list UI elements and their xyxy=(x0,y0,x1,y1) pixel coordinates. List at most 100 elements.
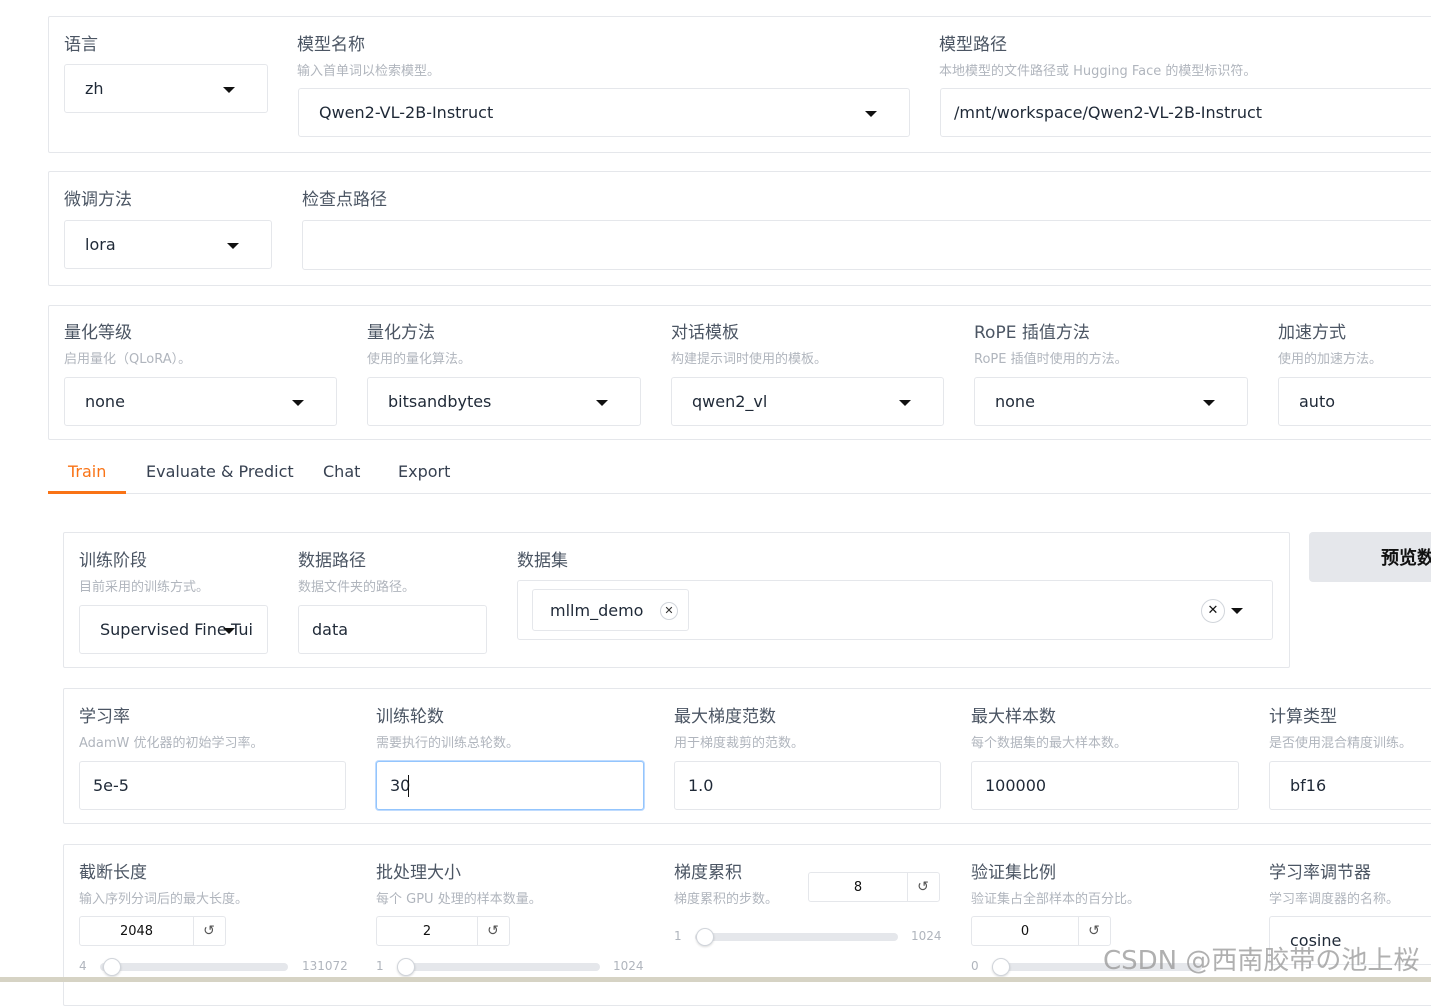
reset-icon[interactable]: ↺ xyxy=(193,917,225,945)
lr-label: 学习率 xyxy=(79,707,130,727)
max-samples-hint: 每个数据集的最大样本数。 xyxy=(971,736,1128,751)
chevron-down-icon xyxy=(865,110,877,117)
compute-type-hint: 是否使用混合精度训练。 xyxy=(1269,736,1413,751)
grad-accum-label: 梯度累积 xyxy=(674,863,742,883)
booster-hint: 使用的加速方法。 xyxy=(1278,352,1383,367)
lr-input[interactable]: 5e-5 xyxy=(79,761,346,810)
max-grad-norm-input[interactable]: 1.0 xyxy=(674,761,941,810)
clear-icon[interactable]: ✕ xyxy=(1201,599,1225,623)
model-name-label: 模型名称 xyxy=(297,35,365,55)
rope-value: none xyxy=(995,392,1035,411)
rope-dropdown[interactable]: none xyxy=(974,377,1248,426)
tab-export[interactable]: Export xyxy=(398,462,450,481)
compute-type-dropdown[interactable]: bf16 xyxy=(1269,761,1431,810)
tab-bar-divider xyxy=(48,493,1431,494)
booster-dropdown[interactable]: auto xyxy=(1278,377,1431,426)
reset-icon[interactable]: ↺ xyxy=(477,917,509,945)
max-grad-norm-label: 最大梯度范数 xyxy=(674,707,776,727)
quant-bit-dropdown[interactable]: none xyxy=(64,377,337,426)
chevron-down-icon xyxy=(223,86,235,93)
lr-hint: AdamW 优化器的初始学习率。 xyxy=(79,736,264,751)
chip-remove-icon[interactable]: ✕ xyxy=(660,602,678,620)
lr-scheduler-label: 学习率调节器 xyxy=(1269,863,1371,883)
grad-accum-slider[interactable] xyxy=(695,933,898,941)
chevron-down-icon xyxy=(227,242,239,249)
quant-bit-label: 量化等级 xyxy=(64,323,132,343)
finetune-method-dropdown[interactable]: lora xyxy=(64,220,272,269)
batch-size-min: 1 xyxy=(376,959,384,973)
template-label: 对话模板 xyxy=(671,323,739,343)
preview-button-label: 预览数 xyxy=(1381,548,1431,569)
model-name-dropdown[interactable]: Qwen2-VL-2B-Instruct xyxy=(298,88,910,137)
dataset-chip-label: mllm_demo xyxy=(550,600,644,620)
epochs-hint: 需要执行的训练总轮数。 xyxy=(376,736,520,751)
chevron-down-icon xyxy=(1231,608,1243,614)
dataset-dir-label: 数据路径 xyxy=(298,551,366,571)
slider-knob[interactable] xyxy=(992,958,1010,976)
slider-knob[interactable] xyxy=(102,958,121,976)
dataset-dir-value: data xyxy=(312,620,349,639)
quant-method-dropdown[interactable]: bitsandbytes xyxy=(367,377,641,426)
max-samples-input[interactable]: 100000 xyxy=(971,761,1239,810)
chevron-down-icon xyxy=(223,627,235,634)
batch-size-value: 2 xyxy=(377,917,478,945)
val-size-number[interactable]: 0 ↺ xyxy=(971,916,1111,946)
compute-type-label: 计算类型 xyxy=(1269,707,1337,727)
template-dropdown[interactable]: qwen2_vl xyxy=(671,377,944,426)
chevron-down-icon xyxy=(1203,399,1215,406)
dataset-label: 数据集 xyxy=(517,551,568,571)
max-samples-label: 最大样本数 xyxy=(971,707,1056,727)
dataset-chip: mllm_demo ✕ xyxy=(532,589,689,631)
cutoff-len-slider[interactable] xyxy=(100,963,288,971)
checkpoint-dropdown[interactable] xyxy=(302,220,1431,270)
booster-label: 加速方式 xyxy=(1278,323,1346,343)
stage-dropdown[interactable]: Supervised Fine-Tui xyxy=(79,605,268,654)
val-size-label: 验证集比例 xyxy=(971,863,1056,883)
lang-dropdown[interactable]: zh xyxy=(64,64,268,113)
batch-size-slider[interactable] xyxy=(397,963,600,971)
max-grad-norm-hint: 用于梯度裁剪的范数。 xyxy=(674,736,805,751)
reset-icon[interactable]: ↺ xyxy=(907,873,939,901)
cutoff-len-label: 截断长度 xyxy=(79,863,147,883)
lang-label: 语言 xyxy=(64,35,98,55)
watermark: CSDN @西南胶带の池上桜 xyxy=(1103,946,1420,976)
batch-size-number[interactable]: 2 ↺ xyxy=(376,916,510,946)
epochs-input[interactable]: 30 xyxy=(376,761,644,810)
grad-accum-hint: 梯度累积的步数。 xyxy=(674,892,779,907)
bottom-strip xyxy=(0,977,1431,982)
batch-size-hint: 每个 GPU 处理的样本数量。 xyxy=(376,892,542,907)
cutoff-len-max: 131072 xyxy=(302,959,348,973)
max-grad-norm-value: 1.0 xyxy=(688,776,714,795)
quant-method-label: 量化方法 xyxy=(367,323,435,343)
cutoff-len-hint: 输入序列分词后的最大长度。 xyxy=(79,892,249,907)
val-size-hint: 验证集占全部样本的百分比。 xyxy=(971,892,1141,907)
grad-accum-number[interactable]: 8 ↺ xyxy=(808,872,940,902)
chevron-down-icon xyxy=(596,399,608,406)
quant-bit-hint: 启用量化（QLoRA）。 xyxy=(64,352,192,367)
tab-train-underline xyxy=(48,491,126,494)
grad-accum-max: 1024 xyxy=(911,929,942,943)
dataset-dir-input[interactable]: data xyxy=(298,605,487,654)
preview-button[interactable]: 预览数 xyxy=(1309,532,1431,582)
cutoff-len-min: 4 xyxy=(79,959,87,973)
model-path-input[interactable]: /mnt/workspace/Qwen2-VL-2B-Instruct xyxy=(940,88,1431,137)
tab-evaluate-predict[interactable]: Evaluate & Predict xyxy=(146,462,294,481)
tab-train[interactable]: Train xyxy=(68,462,106,481)
template-value: qwen2_vl xyxy=(692,392,768,411)
dataset-multiselect[interactable]: mllm_demo ✕ ✕ xyxy=(517,580,1273,640)
batch-size-label: 批处理大小 xyxy=(376,863,461,883)
grad-accum-value: 8 xyxy=(809,873,908,901)
val-size-value: 0 xyxy=(972,917,1079,945)
stage-label: 训练阶段 xyxy=(79,551,147,571)
quant-method-hint: 使用的量化算法。 xyxy=(367,352,472,367)
rope-label: RoPE 插值方法 xyxy=(974,323,1090,343)
lr-scheduler-hint: 学习率调度器的名称。 xyxy=(1269,892,1400,907)
model-path-value: /mnt/workspace/Qwen2-VL-2B-Instruct xyxy=(954,103,1263,122)
quant-bit-value: none xyxy=(85,392,125,411)
tab-chat[interactable]: Chat xyxy=(323,462,360,481)
max-samples-value: 100000 xyxy=(985,776,1047,795)
cutoff-len-number[interactable]: 2048 ↺ xyxy=(79,916,226,946)
text-cursor xyxy=(408,775,409,797)
model-path-label: 模型路径 xyxy=(939,35,1007,55)
dataset-dir-hint: 数据文件夹的路径。 xyxy=(298,580,416,595)
